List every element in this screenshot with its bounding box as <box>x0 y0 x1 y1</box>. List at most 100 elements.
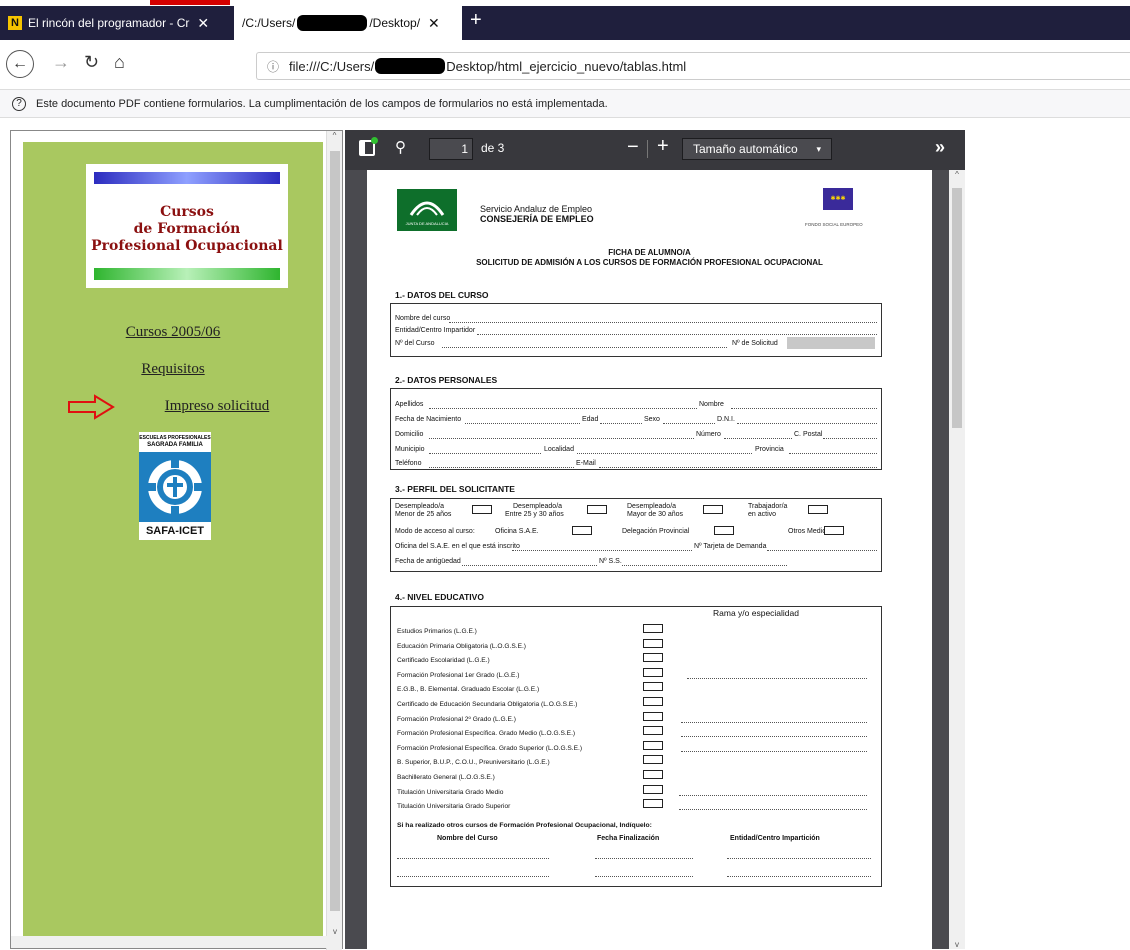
zoom-select[interactable]: Tamaño automático ▾ <box>682 138 832 160</box>
checkbox-25-30[interactable] <box>587 505 607 514</box>
badge-line2: SAGRADA FAMILIA <box>147 442 203 448</box>
modo-acceso-label: Modo de acceso al curso: <box>395 528 475 535</box>
forward-arrow-icon[interactable]: → <box>52 52 70 73</box>
field-cp: C. Postal <box>794 431 823 438</box>
redacted-username <box>297 15 368 31</box>
scroll-down-icon[interactable]: v <box>327 927 343 936</box>
opt-mayor30-l1: Desempleado/a <box>627 503 677 510</box>
zoom-in-button[interactable]: + <box>657 135 669 158</box>
rama-dots <box>679 794 867 796</box>
junta-logo: JUNTA DE ANDALUCIA <box>397 189 457 231</box>
nivel-item-checkbox[interactable] <box>643 682 663 692</box>
dots <box>397 876 549 877</box>
dots <box>577 453 752 454</box>
field-num-solicitud: Nº de Solicitud <box>732 340 778 347</box>
left-horizontal-scrollbar[interactable] <box>11 936 327 948</box>
checkbox-activo[interactable] <box>808 505 828 514</box>
gear-emblem-icon <box>139 452 211 522</box>
left-vertical-scrollbar[interactable]: ^ v <box>326 131 342 950</box>
dots <box>767 550 877 551</box>
eu-flag-icon: ✱✱✱ <box>823 188 853 210</box>
nivel-item-checkbox[interactable] <box>643 740 663 750</box>
dots <box>449 322 877 323</box>
section-1-heading: 1.- DATOS DEL CURSO <box>395 290 489 300</box>
sidebar-toggle-icon[interactable] <box>359 137 378 156</box>
dots <box>823 438 877 439</box>
nivel-item-checkbox[interactable] <box>643 784 663 794</box>
dots <box>465 423 580 424</box>
opt-activo-l1: Trabajador/a <box>748 503 788 510</box>
nivel-item-checkbox[interactable] <box>643 755 663 765</box>
field-provincia: Provincia <box>755 446 784 453</box>
url-bar[interactable]: ⓘ file:///C:/Users/ Desktop/html_ejercic… <box>256 52 1130 80</box>
pdf-vertical-scrollbar[interactable]: ^ v <box>949 170 965 949</box>
checkbox-otros-medios[interactable] <box>824 526 844 535</box>
back-arrow-icon[interactable]: ← <box>6 50 34 78</box>
dots <box>397 858 549 859</box>
rama-dots <box>681 750 867 752</box>
checkbox-delegacion[interactable] <box>714 526 734 535</box>
nivel-item-checkbox[interactable] <box>643 667 663 677</box>
checkbox-mayor30[interactable] <box>703 505 723 514</box>
field-telefono: Teléfono <box>395 460 422 467</box>
field-sexo: Sexo <box>644 416 660 423</box>
dots <box>429 438 694 439</box>
reload-icon[interactable]: ↻ <box>84 52 99 73</box>
nivel-item-checkbox[interactable] <box>643 624 663 633</box>
scroll-thumb[interactable] <box>952 188 962 428</box>
info-icon[interactable]: ⓘ <box>267 58 279 75</box>
select-arrow-icon: ▾ <box>816 144 821 154</box>
rama-dots <box>681 736 867 738</box>
nivel-item-checkbox[interactable] <box>643 697 663 706</box>
nivel-item-checkbox[interactable] <box>643 711 663 721</box>
link-requisitos[interactable]: Requisitos <box>23 361 323 378</box>
nivel-item-label: Formación Profesional 1er Grado (L.G.E.) <box>397 671 520 679</box>
checkbox-oficina-sae[interactable] <box>572 526 592 535</box>
section-3-heading: 3.- PERFIL DEL SOLICITANTE <box>395 484 515 494</box>
scroll-down-icon[interactable]: v <box>949 940 965 949</box>
nivel-item-checkbox[interactable] <box>643 770 663 779</box>
home-icon[interactable]: ⌂ <box>114 52 125 73</box>
nivel-item-checkbox[interactable] <box>643 726 663 736</box>
solicitud-shaded-field[interactable] <box>787 337 875 349</box>
tab-rincon[interactable]: N El rincón del programador - Cr ✕ <box>0 6 230 40</box>
url-suffix: Desktop/html_ejercicio_nuevo/tablas.html <box>446 58 687 74</box>
pdf-page: JUNTA DE ANDALUCIA Servicio Andaluz de E… <box>367 170 932 949</box>
close-tab-icon[interactable]: ✕ <box>197 15 209 32</box>
red-arrow-icon <box>68 394 115 420</box>
more-tools-icon[interactable]: » <box>935 137 945 158</box>
nivel-item-checkbox[interactable] <box>643 653 663 663</box>
logo-line1: Cursos <box>160 204 214 220</box>
checkbox-menor25[interactable] <box>472 505 492 514</box>
toolbar-divider <box>647 140 648 158</box>
section-4-heading: 4.- NIVEL EDUCATIVO <box>395 592 484 602</box>
favicon-n-icon: N <box>8 16 22 30</box>
nivel-item-checkbox[interactable] <box>643 799 663 809</box>
new-tab-plus-icon[interactable]: + <box>470 9 482 32</box>
col-entidad: Entidad/Centro Impartición <box>730 835 820 842</box>
field-email: E-Mail <box>576 460 596 467</box>
field-dni: D.N.I. <box>717 416 735 423</box>
junta-text: JUNTA DE ANDALUCIA <box>405 221 449 226</box>
question-icon: ? <box>12 96 26 111</box>
zoom-out-button[interactable]: − <box>627 136 639 159</box>
dots <box>462 565 597 566</box>
tab-tablas[interactable]: /C:/Users/ /Desktop/ ✕ <box>234 6 462 40</box>
scroll-up-icon[interactable]: ^ <box>949 170 965 179</box>
close-tab-icon[interactable]: ✕ <box>428 15 440 32</box>
field-antiguedad: Fecha de antigüedad <box>395 558 461 565</box>
fondo-text: FONDO SOCIAL EUROPEO <box>805 222 863 227</box>
field-oficina-inscrito: Oficina del S.A.E. en el que está inscri… <box>395 543 520 550</box>
opt-menor25-l2: Menor de 25 años <box>395 511 452 518</box>
opt-mayor30-l2: Mayor de 30 años <box>627 511 684 518</box>
page-number-input[interactable]: 1 <box>429 138 473 160</box>
redacted-username <box>375 58 446 74</box>
col-fecha-finalizacion: Fecha Finalización <box>597 835 660 842</box>
scroll-thumb[interactable] <box>330 151 340 911</box>
nivel-item-checkbox[interactable] <box>643 638 663 648</box>
link-cursos[interactable]: Cursos 2005/06 <box>23 324 323 341</box>
servicio-text: Servicio Andaluz de Empleo <box>480 204 593 214</box>
search-icon[interactable]: ⚲ <box>395 138 406 156</box>
scroll-up-icon[interactable]: ^ <box>327 131 342 140</box>
blue-stripe <box>94 172 280 184</box>
